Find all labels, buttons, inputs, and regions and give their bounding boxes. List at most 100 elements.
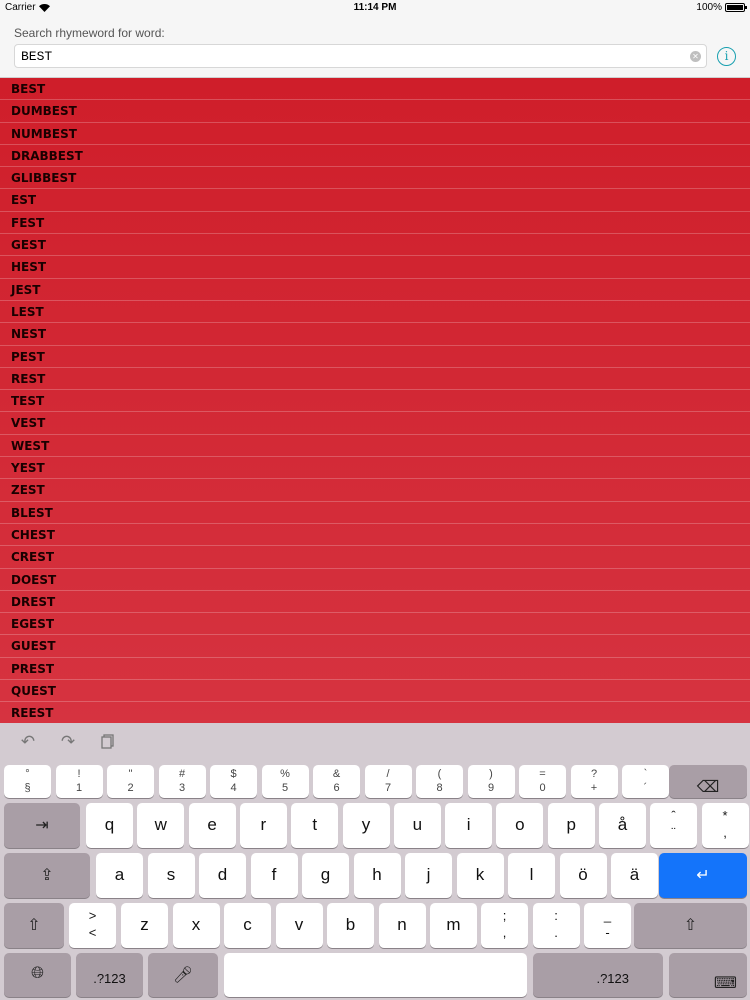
key-symbol[interactable]: = 0 (519, 765, 566, 798)
undo-icon[interactable]: ↶ (18, 733, 38, 751)
result-row[interactable]: REEST (0, 702, 750, 723)
result-row[interactable]: VEST (0, 412, 750, 435)
key-symbol[interactable]: ) 9 (467, 765, 515, 798)
result-row[interactable]: CHEST (0, 524, 750, 547)
key-letter[interactable]: l (508, 853, 555, 898)
key-bottom-label: 6 (333, 782, 340, 794)
result-row[interactable]: CREST (0, 546, 750, 569)
dictation-key[interactable]: 🎤︎ (148, 953, 218, 997)
redo-icon[interactable]: ↷ (58, 733, 78, 751)
result-row[interactable]: DRABBEST (0, 145, 750, 168)
shift-key-left[interactable]: ⇧ (4, 903, 64, 948)
key-symbol[interactable]: " 2 (107, 765, 154, 798)
result-row[interactable]: WEST (0, 435, 750, 458)
result-row[interactable]: YEST (0, 457, 750, 480)
result-row[interactable]: GLIBBEST (0, 167, 750, 190)
key-letter[interactable]: g (302, 853, 349, 898)
numbers-key-left[interactable]: .?123 (76, 953, 143, 997)
hide-keyboard-key[interactable]: ⌨ (669, 953, 747, 997)
key-symbol[interactable]: ` ´ (622, 765, 669, 798)
result-row[interactable]: REST (0, 368, 750, 391)
result-row[interactable]: PREST (0, 658, 750, 681)
key-symbol[interactable]: *, (701, 803, 749, 848)
key-symbol[interactable]: :. (532, 903, 580, 948)
key-bottom-label: ´ (643, 782, 648, 794)
shift-key-right[interactable]: ⇧ (634, 903, 747, 948)
space-key[interactable] (224, 953, 527, 997)
key-letter[interactable]: u (393, 803, 441, 848)
key-letter[interactable]: c (224, 903, 271, 948)
key-letter[interactable]: ä (611, 853, 658, 898)
result-row[interactable]: DOEST (0, 569, 750, 591)
result-row[interactable]: HEST (0, 256, 750, 279)
globe-key[interactable]: 🌐︎ (4, 953, 71, 997)
key-letter[interactable]: d (199, 853, 246, 898)
result-row[interactable]: NUMBEST (0, 123, 750, 145)
result-row[interactable]: EGEST (0, 613, 750, 636)
key-letter[interactable]: p (547, 803, 595, 848)
delete-key[interactable]: ⌫ (669, 765, 747, 798)
key-letter[interactable]: m (430, 903, 477, 948)
key-symbol[interactable]: ? + (570, 765, 618, 798)
key-symbol[interactable]: ˆ ¨ (650, 803, 697, 848)
key-bottom-label: ¨ (671, 825, 676, 840)
result-row[interactable]: ZEST (0, 479, 750, 502)
result-row[interactable]: FEST (0, 212, 750, 235)
paste-icon[interactable] (98, 733, 118, 751)
key-letter[interactable]: y (342, 803, 390, 848)
result-row[interactable]: LEST (0, 301, 750, 324)
caps-lock-key[interactable]: ⇪ (4, 853, 90, 898)
search-field[interactable]: ✕ (14, 44, 707, 68)
key-letter[interactable]: x (172, 903, 220, 948)
clear-icon[interactable]: ✕ (690, 51, 701, 62)
result-row[interactable]: BLEST (0, 502, 750, 524)
key-letter[interactable]: q (86, 803, 133, 848)
key-letter[interactable]: e (188, 803, 236, 848)
result-row[interactable]: NEST (0, 323, 750, 346)
info-icon[interactable]: i (717, 47, 736, 66)
key-letter[interactable]: v (275, 903, 323, 948)
key-letter[interactable]: k (456, 853, 504, 898)
result-row[interactable]: GEST (0, 234, 750, 257)
result-row[interactable]: JEST (0, 279, 750, 301)
key-symbol[interactable]: #3 (158, 765, 206, 798)
key-letter[interactable]: f (250, 853, 298, 898)
key-letter[interactable]: å (599, 803, 646, 848)
key-letter[interactable]: o (496, 803, 544, 848)
key-letter[interactable]: b (327, 903, 374, 948)
key-symbol[interactable]: > < (69, 903, 116, 948)
result-row[interactable]: EST (0, 189, 750, 212)
key-letter[interactable]: i (445, 803, 493, 848)
key-letter[interactable]: r (239, 803, 287, 848)
result-row[interactable]: BEST (0, 78, 750, 101)
key-symbol[interactable]: & 6 (313, 765, 360, 798)
key-bottom-label: + (590, 782, 598, 794)
key-symbol[interactable]: $4 (210, 765, 257, 798)
key-symbol[interactable]: _ - (584, 903, 631, 948)
result-row[interactable]: TEST (0, 390, 750, 413)
key-symbol[interactable]: % 5 (261, 765, 309, 798)
key-letter[interactable]: z (121, 903, 168, 948)
return-key[interactable]: ↵ (659, 853, 747, 898)
result-row[interactable]: DUMBEST (0, 100, 750, 123)
result-row[interactable]: GUEST (0, 635, 750, 658)
search-input[interactable] (15, 45, 706, 67)
numbers-key-right[interactable]: .?123 (533, 953, 663, 997)
key-symbol[interactable]: /7 (364, 765, 412, 798)
key-letter[interactable]: s (147, 853, 195, 898)
key-letter[interactable]: t (291, 803, 339, 848)
key-letter[interactable]: a (96, 853, 143, 898)
key-letter[interactable]: ö (559, 853, 607, 898)
result-row[interactable]: DREST (0, 591, 750, 614)
key-symbol[interactable]: ° § (4, 765, 51, 798)
key-symbol[interactable]: ;, (481, 903, 528, 948)
key-symbol[interactable]: ! 1 (55, 765, 103, 798)
key-letter[interactable]: w (137, 803, 185, 848)
key-letter[interactable]: h (353, 853, 401, 898)
key-letter[interactable]: j (405, 853, 452, 898)
tab-key[interactable]: ⇥ (4, 803, 80, 848)
key-letter[interactable]: n (378, 903, 426, 948)
key-symbol[interactable]: (8 (416, 765, 463, 798)
result-row[interactable]: PEST (0, 346, 750, 368)
result-row[interactable]: QUEST (0, 680, 750, 703)
